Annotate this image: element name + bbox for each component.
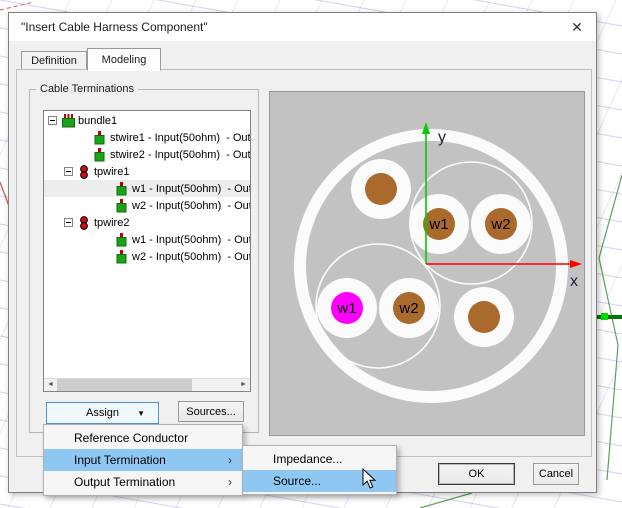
- tree-item-w2[interactable]: w2 - Input(50ohm) - Outpu: [44, 197, 250, 214]
- menu-item-impedance[interactable]: Impedance...: [243, 448, 396, 470]
- menu-item-reference-conductor[interactable]: Reference Conductor: [44, 427, 242, 449]
- sources-button-label: Sources...: [186, 406, 236, 418]
- submenu-arrow-icon: ›: [228, 449, 232, 471]
- menu-item-label: Output Termination: [74, 475, 175, 489]
- menu-item-input-termination[interactable]: Input Termination ›: [44, 449, 242, 471]
- menu-item-label: Source...: [273, 474, 321, 488]
- x-axis-arrow: [570, 260, 582, 268]
- bundle-sheath[interactable]: [300, 135, 562, 397]
- cancel-button[interactable]: Cancel: [533, 463, 579, 485]
- assign-dropdown-menu: Reference ConductorInput Termination›Out…: [43, 424, 243, 496]
- bundle-icon: [62, 114, 74, 128]
- wire-icon: [116, 233, 128, 247]
- tree-item-w1[interactable]: w1 - Input(50ohm) - Outpu: [44, 231, 250, 248]
- tab-definition[interactable]: Definition: [21, 51, 87, 70]
- tree-item-label: tpwire2: [94, 217, 129, 229]
- ok-button-label: OK: [469, 468, 485, 480]
- dialog-insert-cable-harness: "Insert Cable Harness Component" ✕ Defin…: [8, 12, 597, 493]
- collapse-icon[interactable]: [48, 116, 57, 125]
- wire-icon: [94, 148, 106, 162]
- tree-item-label: tpwire1: [94, 166, 129, 178]
- scroll-left-icon[interactable]: ◄: [44, 379, 57, 391]
- menu-item-label: Reference Conductor: [74, 431, 188, 445]
- menu-item-label: Input Termination: [74, 453, 166, 467]
- titlebar[interactable]: "Insert Cable Harness Component" ✕: [9, 13, 596, 41]
- menu-item-label: Impedance...: [273, 452, 342, 466]
- tree-item-tpwire2[interactable]: tpwire2: [44, 214, 250, 231]
- tree-item-label: w1 - Input(50ohm) - Outpu: [132, 234, 250, 246]
- wire-label-tpwire1-w2: w2: [490, 216, 510, 233]
- twisted-pair-icon: [78, 216, 90, 230]
- scroll-right-icon[interactable]: ►: [237, 379, 250, 391]
- y-axis-arrow: [422, 122, 430, 134]
- tree-item-label: w2 - Input(50ohm) - Outpu: [132, 251, 250, 263]
- groupbox-title: Cable Terminations: [36, 83, 138, 95]
- wire-icon: [116, 182, 128, 196]
- dialog-title: "Insert Cable Harness Component": [21, 20, 208, 34]
- tree-item-label: w2 - Input(50ohm) - Outpu: [132, 200, 250, 212]
- desktop-background: "Insert Cable Harness Component" ✕ Defin…: [0, 0, 622, 508]
- mouse-cursor: [362, 468, 378, 490]
- cancel-button-label: Cancel: [539, 468, 573, 480]
- x-axis-label: x: [570, 273, 578, 290]
- tree-item-w1[interactable]: w1 - Input(50ohm) - Outpu: [44, 180, 250, 197]
- close-icon[interactable]: ✕: [568, 18, 586, 36]
- tree-item-bundle1[interactable]: bundle1: [44, 112, 250, 129]
- cable-terminations-tree[interactable]: bundle1 stwire1 - Input(50ohm) - Outpu stw…: [43, 110, 251, 392]
- tree-item-label: stwire1 - Input(50ohm) - Outpu: [110, 132, 250, 144]
- wire-icon: [116, 199, 128, 213]
- wire-label-tpwire1-w1: w1: [428, 216, 448, 233]
- tree-item-w2[interactable]: w2 - Input(50ohm) - Outpu: [44, 248, 250, 265]
- twisted-pair-icon: [78, 165, 90, 179]
- sources-button[interactable]: Sources...: [178, 401, 244, 422]
- menu-item-output-termination[interactable]: Output Termination ›: [44, 471, 242, 493]
- collapse-icon[interactable]: [64, 167, 73, 176]
- y-axis-label: y: [438, 129, 446, 146]
- tree-item-label: w1 - Input(50ohm) - Outpu: [132, 183, 250, 195]
- scrollbar-thumb[interactable]: [57, 379, 192, 391]
- wire-icon: [94, 131, 106, 145]
- tree-item-tpwire1[interactable]: tpwire1: [44, 163, 250, 180]
- cable-cross-section-panel[interactable]: y x w1 w2 w1 w2: [269, 91, 585, 436]
- assign-button-label: Assign: [86, 407, 119, 419]
- assign-button[interactable]: Assign ▼: [46, 402, 159, 424]
- tree-item-label: stwire2 - Input(50ohm) - Outpu: [110, 149, 250, 161]
- wire-label-tpwire2-w2: w2: [398, 300, 418, 317]
- submenu-arrow-icon: ›: [228, 471, 232, 493]
- dropdown-arrow-icon: ▼: [137, 409, 145, 418]
- wire-label-tpwire2-w1: w1: [336, 300, 356, 317]
- tree-item-label: bundle1: [78, 115, 117, 127]
- wire-icon: [116, 250, 128, 264]
- tab-modeling[interactable]: Modeling: [87, 48, 161, 71]
- tree-item-stwire1[interactable]: stwire1 - Input(50ohm) - Outpu: [44, 129, 250, 146]
- tree-item-stwire2[interactable]: stwire2 - Input(50ohm) - Outpu: [44, 146, 250, 163]
- wire-core-stwire1[interactable]: [365, 173, 397, 205]
- wire-core-stwire2[interactable]: [468, 301, 500, 333]
- tree-horizontal-scrollbar[interactable]: ◄ ►: [44, 378, 250, 391]
- collapse-icon[interactable]: [64, 218, 73, 227]
- ok-button[interactable]: OK: [438, 463, 515, 485]
